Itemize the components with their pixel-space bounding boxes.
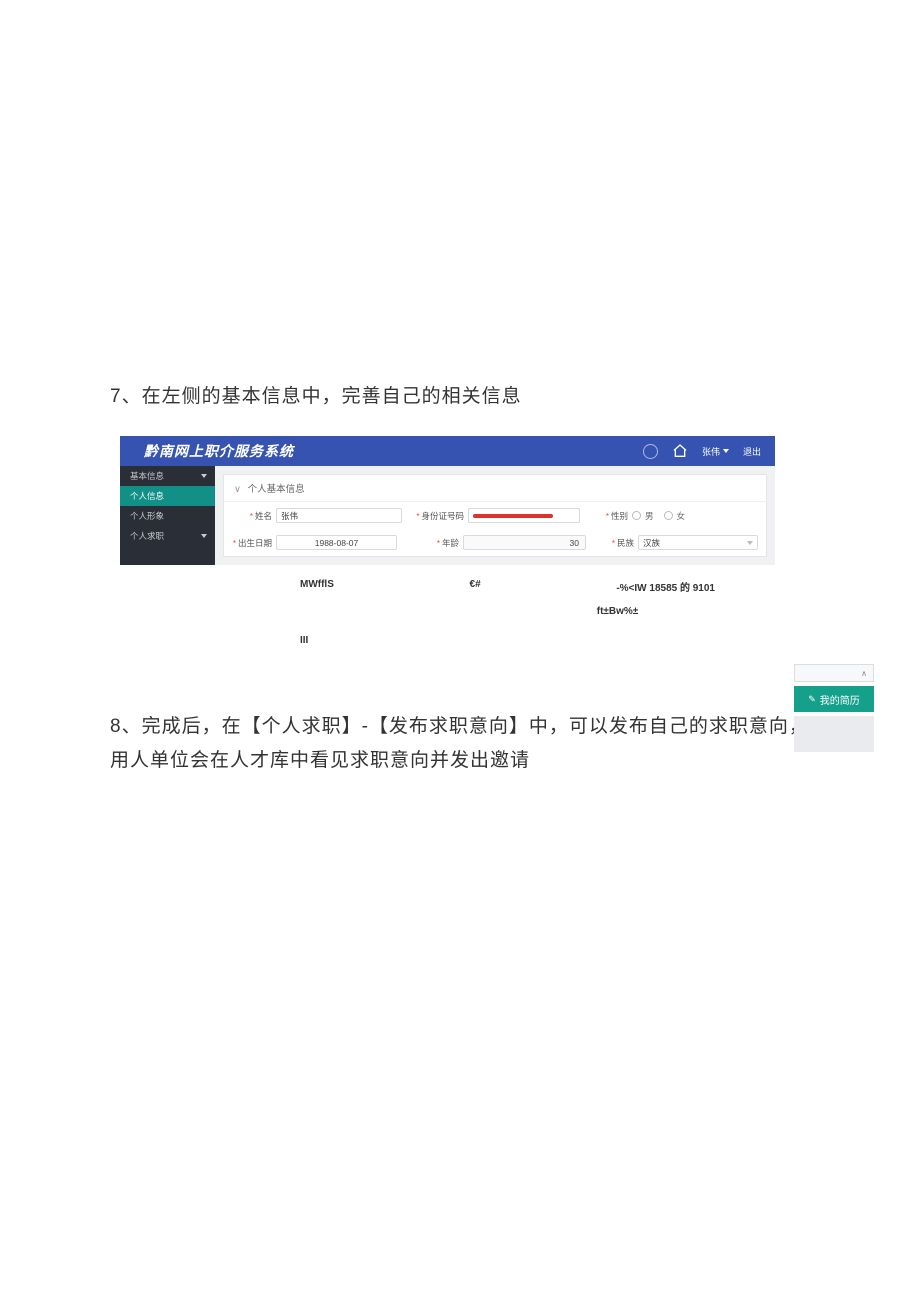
scroll-top-button[interactable]: ∧ (794, 664, 874, 682)
app-body: 基本信息 个人信息 个人形象 个人求职 ∨ 个人基本信息 *姓名 (120, 466, 775, 565)
panel-title: 个人基本信息 (248, 484, 305, 495)
chevron-down-icon (747, 541, 753, 545)
extra-1b: €# (470, 579, 481, 594)
app-screenshot: 黔南网上职介服务系统 张伟 退出 基本信息 个人信息 个人形象 (120, 436, 775, 565)
floating-panel: ∧ ✎ 我的简历 (794, 664, 874, 752)
step-7-text: 7、在左侧的基本信息中，完善自己的相关信息 (110, 380, 810, 414)
nation-select[interactable]: 汉族 (638, 535, 758, 550)
extra-text-block: MWfflS €# -%<IW 18585 的 9101 ft±Bw%± III (120, 565, 775, 646)
edit-icon: ✎ (808, 694, 816, 705)
my-resume-button[interactable]: ✎ 我的简历 (794, 686, 874, 712)
birth-label: *出生日期 (232, 537, 272, 549)
extra-1a: MWfflS (300, 579, 334, 594)
sidebar-item-personal-info[interactable]: 个人信息 (120, 486, 215, 506)
up-arrow-icon: ∧ (861, 669, 867, 678)
name-input[interactable] (276, 508, 402, 523)
radio-female[interactable] (664, 511, 673, 520)
name-label: *姓名 (232, 510, 272, 522)
app-header: 黔南网上职介服务系统 张伟 退出 (120, 436, 775, 466)
chevron-down-icon (723, 449, 729, 453)
form-panel: ∨ 个人基本信息 *姓名 *身份证号码 (223, 474, 767, 557)
age-label: *年龄 (405, 537, 459, 549)
notification-icon[interactable] (643, 444, 658, 459)
id-label: *身份证号码 (410, 510, 464, 522)
floating-placeholder (794, 716, 874, 752)
logout-link[interactable]: 退出 (743, 445, 761, 458)
document-body: 7、在左侧的基本信息中，完善自己的相关信息 黔南网上职介服务系统 张伟 退出 (0, 0, 920, 778)
nation-value: 汉族 (643, 537, 660, 549)
radio-male-label: 男 (645, 510, 654, 522)
step-8-block: 8、完成后，在【个人求职】-【发布求职意向】中，可以发布自己的求职意向，用人单位… (110, 710, 810, 778)
redacted-id (473, 514, 553, 518)
field-name: *姓名 (232, 508, 402, 523)
nation-label: *民族 (594, 537, 634, 549)
user-name: 张伟 (702, 445, 720, 458)
extra-row-1: MWfflS €# -%<IW 18585 的 9101 (120, 575, 775, 598)
main-panel: ∨ 个人基本信息 *姓名 *身份证号码 (215, 466, 775, 565)
app-title: 黔南网上职介服务系统 (144, 441, 294, 461)
field-birth: *出生日期 (232, 535, 397, 550)
extra-1c: -%<IW 18585 的 9101 (616, 579, 715, 594)
panel-header[interactable]: ∨ 个人基本信息 (224, 475, 766, 502)
my-resume-label: 我的简历 (820, 692, 860, 707)
extra-row-3: III (120, 617, 775, 646)
field-nation: *民族 汉族 (594, 535, 758, 550)
sidebar-item-job-seek[interactable]: 个人求职 (120, 526, 215, 546)
sidebar: 基本信息 个人信息 个人形象 个人求职 (120, 466, 215, 565)
form-row-1: *姓名 *身份证号码 *性别 男 (224, 502, 766, 529)
radio-female-label: 女 (677, 510, 686, 522)
home-icon[interactable] (672, 443, 688, 459)
birth-input[interactable] (276, 535, 397, 550)
field-id: *身份证号码 (410, 508, 580, 523)
gender-label: *性别 (588, 510, 628, 522)
header-right: 张伟 退出 (643, 443, 761, 459)
collapse-icon: ∨ (234, 484, 241, 495)
form-row-2: *出生日期 *年龄 *民族 汉族 (224, 529, 766, 556)
id-input[interactable] (468, 508, 580, 523)
field-age: *年龄 (405, 535, 586, 550)
field-gender: *性别 男 女 (588, 508, 758, 523)
user-menu[interactable]: 张伟 (702, 445, 729, 458)
radio-male[interactable] (632, 511, 641, 520)
age-input[interactable] (463, 535, 586, 550)
sidebar-item-basic-info[interactable]: 基本信息 (120, 466, 215, 486)
sidebar-item-personal-image[interactable]: 个人形象 (120, 506, 215, 526)
extra-row-2: ft±Bw%± (120, 598, 775, 617)
step-8-text: 8、完成后，在【个人求职】-【发布求职意向】中，可以发布自己的求职意向，用人单位… (110, 710, 810, 778)
